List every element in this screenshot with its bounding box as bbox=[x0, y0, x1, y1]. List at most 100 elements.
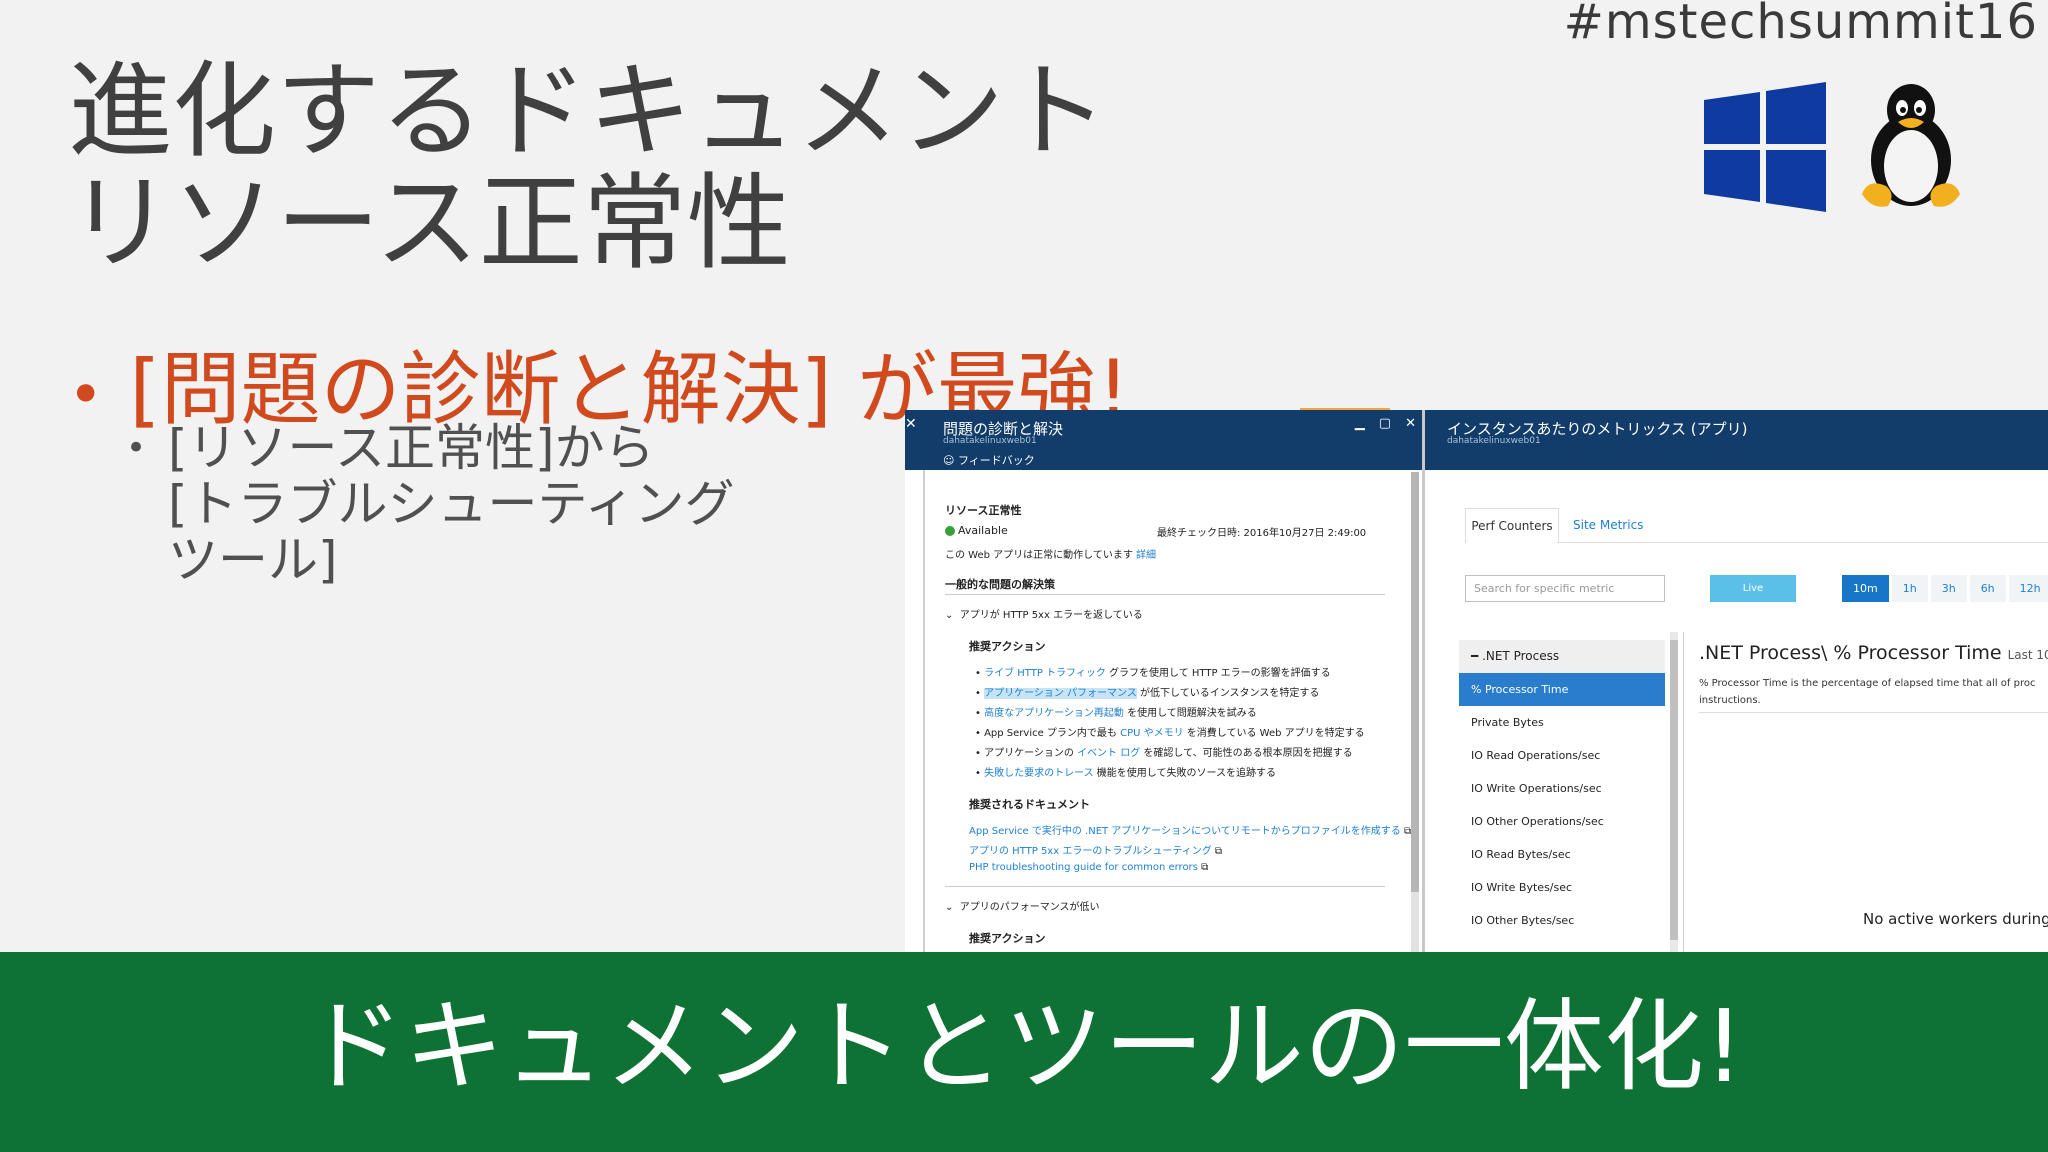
metric-group-label: .NET Process bbox=[1482, 649, 1560, 663]
recommended-actions-heading: 推奨アクション bbox=[969, 640, 1046, 653]
time-range-1h[interactable]: 1h bbox=[1891, 575, 1928, 602]
check-icon bbox=[945, 526, 955, 536]
section-performance-title: アプリのパフォーマンスが低い bbox=[959, 902, 1100, 913]
resource-health-heading: リソース正常性 bbox=[945, 504, 1022, 517]
sub-bullet-line-3: ツール] bbox=[168, 531, 338, 589]
action-link[interactable]: アプリケーション パフォーマンス bbox=[984, 688, 1137, 699]
external-link-icon: ⧉ bbox=[1214, 846, 1223, 857]
action-item: • アプリケーションの イベント ログ を確認して、可能性のある根本原因を把握す… bbox=[975, 748, 1353, 759]
doc-link[interactable]: アプリの HTTP 5xx エラーのトラブルシューティング bbox=[969, 846, 1212, 857]
metric-item[interactable]: Private Bytes bbox=[1459, 706, 1665, 739]
diagnose-blade-subtitle: dahatakelinuxweb01 bbox=[943, 436, 1037, 446]
tab-site-metrics[interactable]: Site Metrics bbox=[1573, 508, 1643, 542]
metric-description-line-2: instructions. bbox=[1699, 695, 1761, 706]
metric-name: .NET Process\ % Processor Time bbox=[1699, 642, 2002, 664]
close-icon[interactable]: ✕ bbox=[905, 416, 917, 432]
metric-timeframe: Last 10 bbox=[2007, 648, 2048, 662]
diagnose-blade-content: リソース正常性 Available 最終チェック日時: 2016年10月27日 … bbox=[923, 470, 1411, 952]
divider bbox=[945, 886, 1385, 887]
collapse-icon: ━ bbox=[1471, 649, 1479, 663]
last-checked-text: 最終チェック日時: 2016年10月27日 2:49:00 bbox=[1157, 528, 1367, 539]
hashtag-text: #mstechsummit16 bbox=[1563, 0, 2038, 50]
status-description: この Web アプリは正常に動作しています 詳細 bbox=[945, 546, 1156, 561]
action-link[interactable]: 失敗した要求のトレース bbox=[984, 768, 1094, 779]
doc-link-item[interactable]: アプリの HTTP 5xx エラーのトラブルシューティング ⧉ bbox=[969, 842, 1222, 857]
recommended-docs-heading: 推奨されるドキュメント bbox=[969, 798, 1090, 811]
status-description-text: この Web アプリは正常に動作しています bbox=[945, 550, 1133, 561]
metric-search-input[interactable]: Search for specific metric bbox=[1465, 575, 1665, 602]
sub-bullet-line-2: [トラブルシューティング bbox=[168, 475, 735, 533]
windows-logo-icon bbox=[1704, 82, 1826, 212]
metric-item[interactable]: IO Write Bytes/sec bbox=[1459, 871, 1665, 904]
live-button[interactable]: Live bbox=[1710, 575, 1796, 602]
close-icon[interactable]: ✕ bbox=[1405, 416, 1416, 431]
feedback-button[interactable]: ☺ フィードバック bbox=[943, 452, 1035, 468]
action-link[interactable]: イベント ログ bbox=[1077, 748, 1140, 759]
section-http5xx-title: アプリが HTTP 5xx エラーを返している bbox=[959, 610, 1143, 621]
feedback-label: フィードバック bbox=[957, 454, 1035, 467]
action-pre: App Service プラン内で最も bbox=[984, 728, 1121, 739]
scrollbar-thumb[interactable] bbox=[1411, 472, 1419, 892]
metric-item[interactable]: IO Read Bytes/sec bbox=[1459, 838, 1665, 871]
tab-perf-counters[interactable]: Perf Counters bbox=[1465, 508, 1559, 543]
time-range-3h[interactable]: 3h bbox=[1930, 575, 1967, 602]
bottom-banner: ドキュメントとツールの一体化! bbox=[0, 952, 2048, 1152]
sub-bullet-line-1: [リソース正常性]から bbox=[168, 419, 655, 477]
status-text: Available bbox=[958, 524, 1008, 537]
action-text: を消費している Web アプリを特定する bbox=[1183, 728, 1365, 739]
action-item: • App Service プラン内で最も CPU やメモリ を消費している W… bbox=[975, 728, 1365, 739]
time-range-6h[interactable]: 6h bbox=[1969, 575, 2006, 602]
sub-bullet-dot: • bbox=[126, 428, 147, 468]
chevron-down-icon: ⌄ bbox=[945, 902, 954, 913]
diagnose-blade-header: ✕ 問題の診断と解決 dahatakelinuxweb01 ☺ フィードバック … bbox=[905, 410, 1422, 470]
action-item: • 失敗した要求のトレース 機能を使用して失敗のソースを追跡する bbox=[975, 768, 1276, 779]
action-text: を確認して、可能性のある根本原因を把握する bbox=[1140, 748, 1353, 759]
section-http5xx-toggle[interactable]: ⌄ アプリが HTTP 5xx エラーを返している bbox=[945, 606, 1143, 621]
metric-list: ━ .NET Process % Processor Time Private … bbox=[1459, 640, 1665, 937]
metric-description-line-1: % Processor Time is the percentage of el… bbox=[1699, 678, 2036, 689]
time-range-12h[interactable]: 12h bbox=[2008, 575, 2048, 602]
action-item: • アプリケーション パフォーマンス が低下しているインスタンスを特定する bbox=[975, 688, 1320, 699]
doc-link-item[interactable]: App Service で実行中の .NET アプリケーションについてリモートか… bbox=[969, 822, 1411, 837]
action-link[interactable]: CPU やメモリ bbox=[1120, 728, 1184, 739]
action-link[interactable]: ライブ HTTP トラフィック bbox=[984, 668, 1106, 679]
section-performance-toggle[interactable]: ⌄ アプリのパフォーマンスが低い bbox=[945, 898, 1100, 913]
blade-controls: ▁ ▢ ✕ bbox=[1341, 416, 1416, 431]
metric-item[interactable]: IO Read Operations/sec bbox=[1459, 739, 1665, 772]
metric-item[interactable]: % Processor Time bbox=[1459, 673, 1665, 706]
metrics-blade: インスタンスあたりのメトリックス (アプリ) dahatakelinuxweb0… bbox=[1425, 410, 2048, 952]
smiley-icon: ☺ bbox=[943, 454, 955, 467]
chevron-down-icon: ⌄ bbox=[945, 610, 954, 621]
doc-link[interactable]: PHP troubleshooting guide for common err… bbox=[969, 862, 1198, 873]
metric-item[interactable]: IO Other Bytes/sec bbox=[1459, 904, 1665, 937]
minimize-icon[interactable]: ▁ bbox=[1355, 416, 1365, 431]
bullet-dot: • bbox=[68, 360, 104, 431]
scrollbar-thumb[interactable] bbox=[1670, 640, 1678, 940]
azure-portal-screenshot: ✕ 問題の診断と解決 dahatakelinuxweb01 ☺ フィードバック … bbox=[905, 410, 2048, 952]
sub-bullet: • [リソース正常性]から [トラブルシューティング ツール] bbox=[126, 420, 766, 588]
action-link[interactable]: 高度なアプリケーション再起動 bbox=[984, 708, 1124, 719]
time-range-10m[interactable]: 10m bbox=[1842, 575, 1889, 602]
doc-link[interactable]: App Service で実行中の .NET アプリケーションについてリモートか… bbox=[969, 826, 1401, 837]
external-link-icon: ⧉ bbox=[1201, 862, 1209, 873]
slide-title-line-1: 進化するドキュメント bbox=[68, 50, 1109, 172]
no-workers-message: No active workers during bbox=[1863, 910, 2048, 928]
panel-divider bbox=[1683, 632, 1684, 952]
action-text: を使用して問題解決を試みる bbox=[1123, 708, 1257, 719]
action-text: 機能を使用して失敗のソースを追跡する bbox=[1093, 768, 1276, 779]
metrics-blade-header: インスタンスあたりのメトリックス (アプリ) dahatakelinuxweb0… bbox=[1425, 410, 2048, 470]
metric-list-scrollbar[interactable] bbox=[1670, 632, 1678, 952]
action-item: • 高度なアプリケーション再起動 を使用して問題解決を試みる bbox=[975, 708, 1257, 719]
details-link[interactable]: 詳細 bbox=[1136, 550, 1156, 561]
slide-title: 進化するドキュメント リソース正常性 bbox=[68, 55, 1108, 279]
metric-item[interactable]: IO Other Operations/sec bbox=[1459, 805, 1665, 838]
maximize-icon[interactable]: ▢ bbox=[1379, 416, 1391, 431]
action-text: が低下しているインスタンスを特定する bbox=[1136, 688, 1320, 699]
time-range-selector: 10m 1h 3h 6h 12h 2 bbox=[1842, 575, 2048, 602]
doc-link-item[interactable]: PHP troubleshooting guide for common err… bbox=[969, 862, 1208, 873]
divider bbox=[1699, 712, 2048, 713]
metric-item[interactable]: IO Write Operations/sec bbox=[1459, 772, 1665, 805]
diagnose-scrollbar[interactable] bbox=[1411, 472, 1419, 952]
metric-group-net-process[interactable]: ━ .NET Process bbox=[1459, 640, 1665, 673]
metrics-blade-subtitle: dahatakelinuxweb01 bbox=[1447, 436, 1541, 446]
